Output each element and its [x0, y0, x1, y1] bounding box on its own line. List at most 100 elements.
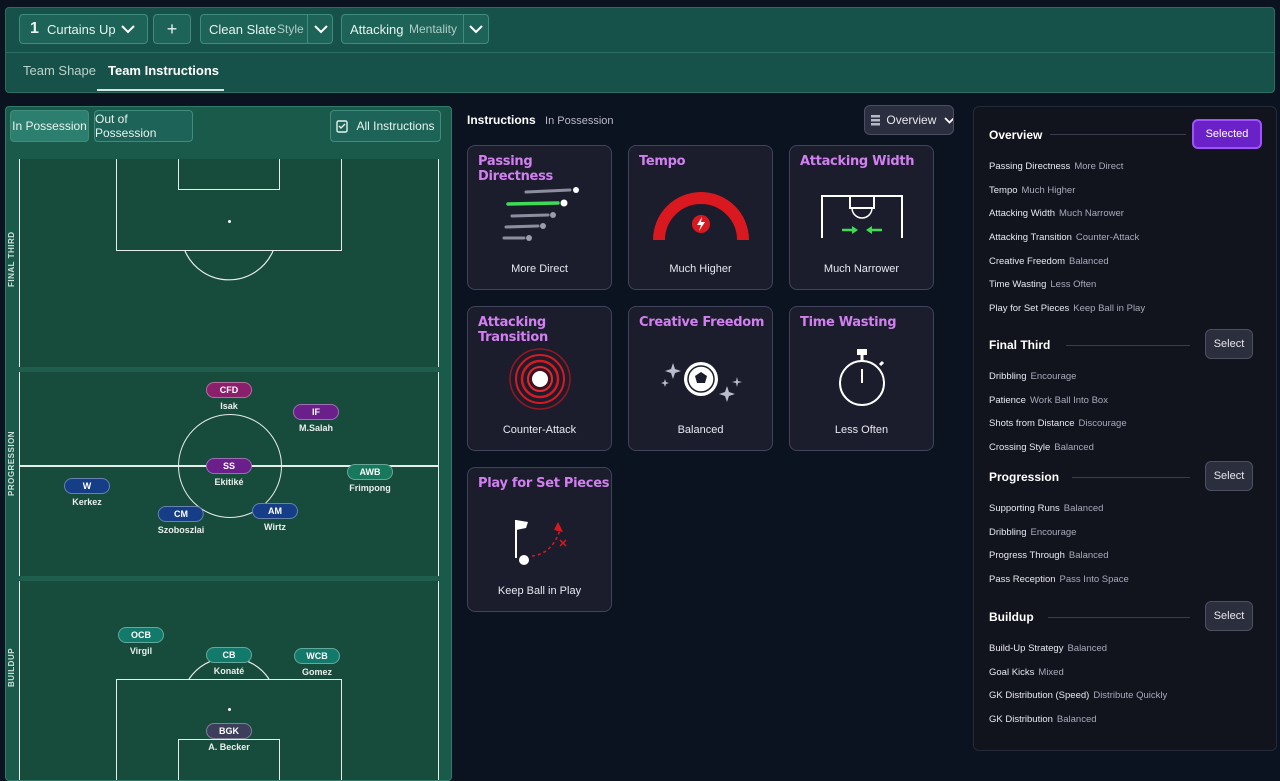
player-wcb[interactable]: WCB Gomez [294, 648, 340, 677]
all-instructions-label: All Instructions [356, 119, 435, 133]
card-value: Much Narrower [823, 263, 900, 275]
instructions-title: Instructions [467, 113, 536, 127]
style-selector[interactable]: Clean Slate Style [200, 14, 333, 44]
card-creative-freedom[interactable]: Creative Freedom Balanced [628, 306, 773, 451]
player-name: A. Becker [208, 742, 250, 752]
player-if[interactable]: IF M.Salah [293, 404, 339, 433]
player-name: Ekitiké [214, 477, 244, 487]
active-tab-indicator [97, 89, 224, 91]
player-bgk[interactable]: BGK A. Becker [206, 723, 252, 752]
section-title-overview: Overview [989, 128, 1043, 142]
zone-label-final-third: FINAL THIRD [7, 231, 16, 287]
tempo-gauge-icon [653, 192, 749, 241]
mentality-label: Mentality [409, 22, 458, 36]
overview-item: Creative Freedom Balanced [989, 256, 1109, 267]
all-instructions-button[interactable]: All Instructions [330, 110, 441, 142]
plus-icon: + [166, 18, 178, 39]
overview-item: Crossing Style Balanced [989, 442, 1094, 453]
creative-ball-icon [661, 362, 742, 402]
toggle-out-of-possession[interactable]: Out of Possession [94, 110, 193, 142]
instructions-subtitle: In Possession [545, 115, 614, 127]
card-attacking-width[interactable]: Attacking Width Much Narrower [789, 145, 934, 290]
player-role-badge: W [64, 478, 110, 494]
player-cm[interactable]: CM Szoboszlai [157, 506, 204, 535]
instructions-header: Instructions In Possession [467, 113, 614, 127]
player-role-badge: WCB [294, 648, 340, 664]
top-penalty-arc [184, 250, 274, 281]
overview-item: Play for Set Pieces Keep Ball in Play [989, 303, 1146, 314]
zone-label-buildup: BUILDUP [7, 647, 16, 687]
card-attacking-transition[interactable]: Attacking Transition Counter-Attack [467, 306, 612, 451]
player-awb[interactable]: AWB Frimpong [347, 464, 393, 493]
width-goal-icon [821, 195, 903, 238]
card-value: More Direct [511, 263, 568, 275]
tab-team-shape[interactable]: Team Shape [23, 63, 96, 78]
overview-item: Dribbling Encourage [989, 527, 1077, 538]
card-play-for-set-pieces[interactable]: Play for Set Pieces Keep Ball in Play [467, 467, 612, 612]
player-name: Kerkez [72, 497, 102, 507]
zone-label-progression: PROGRESSION [7, 430, 16, 496]
card-tempo[interactable]: Tempo Much Higher [628, 145, 773, 290]
style-label: Style [277, 22, 304, 36]
view-dropdown[interactable]: Overview [864, 105, 954, 135]
player-ocb[interactable]: OCB Virgil [118, 627, 164, 656]
card-time-wasting[interactable]: Time Wasting Less Often [789, 306, 934, 451]
card-title: Creative Freedom [639, 315, 765, 330]
card-passing-directness[interactable]: Passing Directness More Direct [467, 145, 612, 290]
overview-item: Shots from Distance Discourage [989, 418, 1127, 429]
overview-item: Time Wasting Less Often [989, 279, 1097, 290]
tactic-selector[interactable]: 1 Curtains Up [19, 14, 148, 44]
player-role-badge: AM [252, 503, 298, 519]
section-title-final-third: Final Third [989, 338, 1051, 352]
add-tactic-button[interactable]: + [153, 14, 191, 44]
overview-item: Supporting Runs Balanced [989, 503, 1104, 514]
tactic-number: 1 [30, 20, 39, 37]
card-value: Less Often [834, 424, 889, 436]
player-role-badge: CM [157, 506, 204, 522]
top-penalty-spot [228, 220, 231, 223]
overview-item: Pass Reception Pass Into Space [989, 574, 1129, 585]
player-name: Wirtz [264, 522, 286, 532]
player-name: Isak [220, 401, 238, 411]
tactic-header: 1 Curtains Up + Clean Slate Style Attack… [5, 7, 1275, 93]
overview-item: GK Distribution Balanced [989, 714, 1097, 725]
section-divider [1050, 134, 1186, 135]
player-ss[interactable]: SS Ekitiké [206, 458, 252, 487]
player-name: Frimpong [349, 483, 391, 493]
selected-button[interactable]: Selected [1192, 119, 1262, 149]
player-cb[interactable]: CB Konaté [206, 647, 252, 676]
player-am[interactable]: AM Wirtz [252, 503, 298, 532]
player-role-badge: IF [293, 404, 339, 420]
checklist-icon [336, 119, 349, 133]
player-w[interactable]: W Kerkez [64, 478, 110, 507]
overview-item: Progress Through Balanced [989, 550, 1109, 561]
overview-item: Build-Up Strategy Balanced [989, 643, 1108, 654]
select-buildup-button[interactable]: Select [1205, 601, 1253, 631]
overview-panel: Overview Selected Passing Directness More… [973, 106, 1277, 751]
section-divider [1072, 477, 1190, 478]
style-value: Clean Slate [209, 21, 277, 37]
tab-team-instructions[interactable]: Team Instructions [108, 63, 219, 78]
mentality-value: Attacking [350, 21, 404, 37]
select-progression-button[interactable]: Select [1205, 461, 1253, 491]
card-title: Play for Set Pieces [478, 476, 610, 491]
overview-item: Attacking Width Much Narrower [989, 208, 1124, 219]
section-title-buildup: Buildup [989, 610, 1034, 624]
player-role-badge: SS [206, 458, 252, 474]
toggle-in-possession[interactable]: In Possession [10, 110, 89, 142]
top-goal-box [178, 159, 280, 190]
select-final-third-button[interactable]: Select [1205, 329, 1253, 359]
pitch-panel: In Possession Out of Possession All Inst… [5, 106, 452, 781]
pitch: FINAL THIRD PROGRESSION BUILDUP CFD Isak… [7, 159, 439, 780]
mentality-selector[interactable]: Attacking Mentality [341, 14, 489, 44]
overview-item: Patience Work Ball Into Box [989, 395, 1108, 406]
player-role-badge: BGK [206, 723, 252, 739]
card-value: Keep Ball in Play [497, 585, 582, 597]
section-divider [1066, 345, 1190, 346]
player-cfd[interactable]: CFD Isak [206, 382, 252, 411]
card-title: Time Wasting [800, 315, 897, 330]
corner-flag-icon [515, 520, 567, 565]
player-name: Gomez [301, 667, 332, 677]
list-icon [871, 114, 881, 125]
chevron-down-icon [121, 25, 135, 34]
